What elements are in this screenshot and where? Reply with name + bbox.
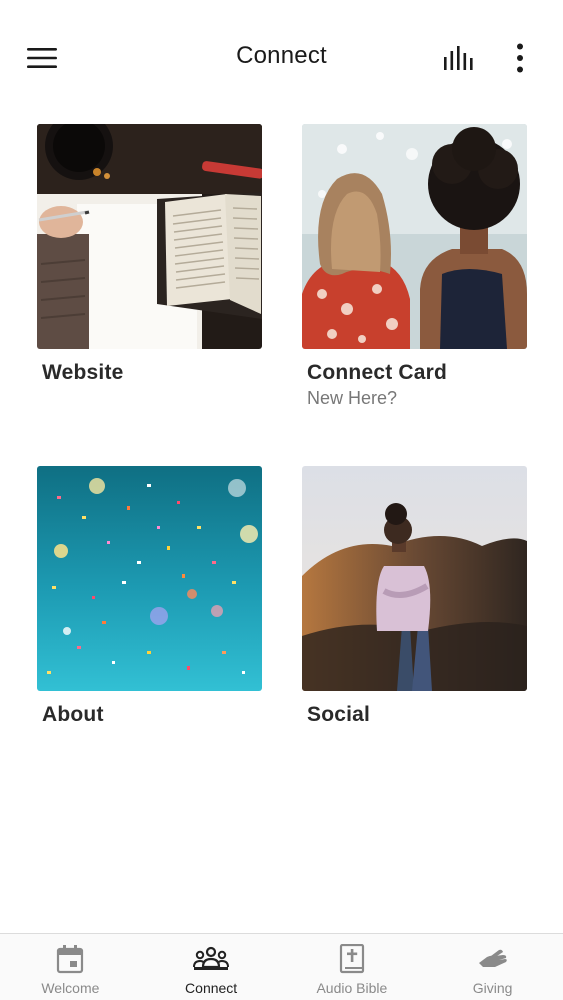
tab-welcome[interactable]: Welcome [0, 934, 141, 1000]
tile-subtitle: New Here? [307, 388, 398, 408]
tab-label: Audio Bible [316, 980, 388, 996]
giving-hand-icon [478, 949, 507, 967]
tile-title: About [42, 703, 104, 726]
tab-label: Welcome [41, 980, 100, 996]
tile-title: Connect Card [307, 361, 448, 384]
tab-audio-bible[interactable]: Audio Bible [282, 934, 423, 1000]
tab-label: Connect [185, 980, 238, 996]
confetti-photo [37, 466, 262, 691]
bible-icon [339, 944, 364, 974]
connect-grid: Website Connect Card New Here? About Soc… [0, 0, 563, 930]
bottom-tab-bar: Welcome Connect Audio Bible Giving [0, 933, 563, 1000]
tab-connect[interactable]: Connect [141, 934, 282, 1000]
tab-label: Giving [472, 980, 513, 996]
tile-about[interactable]: About [37, 466, 262, 727]
calendar-icon [57, 945, 84, 974]
people-icon [193, 946, 230, 970]
tile-website[interactable]: Website [37, 124, 262, 385]
tile-title: Website [42, 361, 124, 384]
woman-hillside-photo [302, 466, 527, 691]
tab-giving[interactable]: Giving [422, 934, 563, 1000]
tile-connect-card[interactable]: Connect Card New Here? [302, 124, 527, 409]
tile-social[interactable]: Social [302, 466, 527, 727]
tile-title: Social [307, 703, 371, 726]
bible-notebook-photo [37, 124, 262, 349]
two-women-photo [302, 124, 527, 349]
